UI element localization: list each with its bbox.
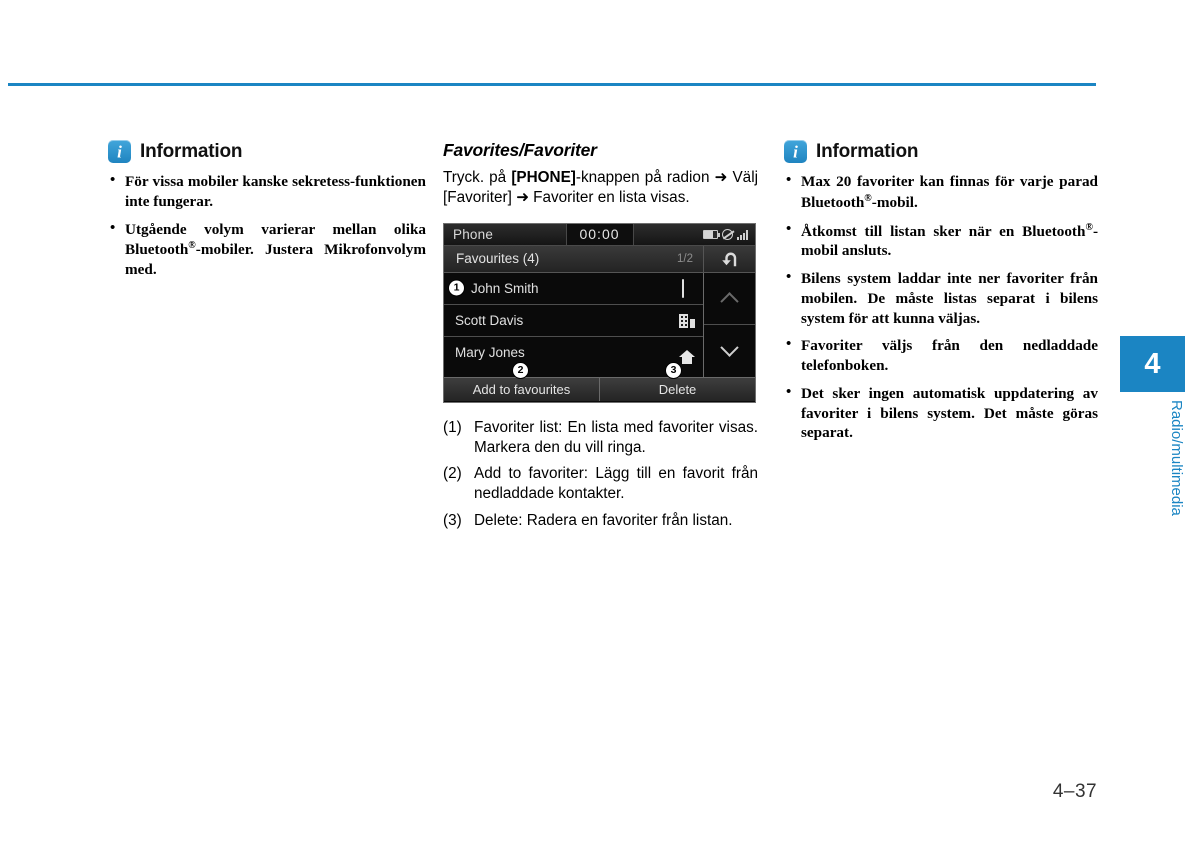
- bullet-text: Utgående volym varierar mellan olika Blu…: [125, 220, 426, 279]
- information-title: Information: [816, 140, 919, 162]
- chevron-down-icon: [720, 338, 739, 358]
- chapter-name-label: Radio/multimedia: [1168, 400, 1185, 516]
- bullet-text: Bilens system laddar inte ner favoriter …: [801, 270, 1098, 327]
- scroll-down-button[interactable]: [704, 325, 755, 377]
- information-icon: [108, 140, 131, 163]
- information-icon: [784, 140, 807, 163]
- scroll-up-button[interactable]: [704, 273, 755, 326]
- list-item: (2) Add to favoriter: Lägg till en favor…: [443, 464, 758, 504]
- header-rule: [8, 83, 1096, 86]
- bullet-text: Favoriter väljs från den nedladdade tele…: [801, 337, 1098, 375]
- home-icon: [679, 350, 696, 365]
- screen-status-icons: [703, 228, 748, 240]
- left-bullet-list: För vissa mobiler kanske sekretess-funkt…: [108, 171, 426, 280]
- chevron-up-icon: [720, 292, 739, 311]
- section-heading: Favorites/Favoriter: [443, 140, 597, 160]
- page-number: 4–37: [1052, 781, 1098, 802]
- battery-icon: [703, 229, 720, 239]
- phone-button-label: [PHONE]: [511, 169, 576, 186]
- page-indicator: 1/2: [677, 252, 693, 265]
- legend-text: Favoriter list: En lista med favoriter v…: [474, 418, 758, 456]
- list-item: Favoriter väljs från den nedladdade tele…: [784, 335, 1098, 376]
- callout-badge-1: 1: [449, 280, 464, 296]
- bullet-text: Det sker ingen automatisk uppdatering av…: [801, 384, 1098, 442]
- list-item: (3) Delete: Radera en favoriter från lis…: [443, 511, 758, 531]
- screen-button-bar: Add to favourites Delete: [444, 376, 755, 401]
- list-item: Utgående volym varierar mellan olika Blu…: [108, 218, 426, 280]
- bullet-text: Åtkomst till listan sker när en Bluetoot…: [801, 221, 1098, 260]
- delete-button[interactable]: Delete: [600, 377, 755, 401]
- screen-mode-title: Phone: [453, 226, 494, 242]
- favourites-list: 1 John Smith Scott Davis Mary Jones: [444, 272, 705, 377]
- legend-text: Delete: Radera en favoriter från listan.: [474, 512, 733, 530]
- legend-text: Add to favoriter: Lägg till en favorit f…: [474, 465, 758, 503]
- screen-clock: 00:00: [565, 223, 634, 245]
- information-header-left: Information: [108, 140, 426, 163]
- list-item: Max 20 favoriter kan finnas för varje pa…: [784, 171, 1098, 213]
- callout-badge-2: 2: [513, 362, 528, 378]
- screen-body: 1 John Smith Scott Davis Mary Jones: [444, 272, 755, 377]
- back-arrow-icon[interactable]: [703, 245, 755, 273]
- list-item: (1) Favoriter list: En lista med favorit…: [443, 418, 758, 458]
- signal-icon: [737, 229, 748, 240]
- contact-name: Scott Davis: [455, 312, 524, 328]
- instruction-text-part1: Tryck. på: [443, 169, 512, 186]
- list-item[interactable]: Scott Davis: [444, 305, 704, 337]
- left-column: Information För vissa mobiler kanske sek…: [108, 140, 426, 280]
- list-item: Det sker ingen automatisk uppdatering av…: [784, 383, 1098, 443]
- mute-icon: [722, 228, 733, 240]
- information-header-right: Information: [784, 140, 1098, 163]
- list-item: Bilens system laddar inte ner favoriter …: [784, 268, 1098, 328]
- middle-column: Favorites/Favoriter Tryck. på [PHONE]-kn…: [443, 140, 758, 538]
- callout-legend-list: (1) Favoriter list: En lista med favorit…: [443, 418, 758, 531]
- list-item: För vissa mobiler kanske sekretess-funkt…: [108, 171, 426, 212]
- favourites-title: Favourites (4): [456, 251, 540, 267]
- right-bullet-list: Max 20 favoriter kan finnas för varje pa…: [784, 171, 1098, 443]
- right-column: Information Max 20 favoriter kan finnas …: [784, 140, 1098, 443]
- chapter-number-tab: 4: [1120, 336, 1185, 392]
- callout-badge-3: 3: [666, 362, 681, 378]
- add-to-favourites-button[interactable]: Add to favourites: [444, 377, 600, 401]
- legend-marker: (1): [443, 418, 462, 436]
- screen-status-bar: Phone 00:00: [444, 223, 755, 246]
- bullet-text: Max 20 favoriter kan finnas för varje pa…: [801, 173, 1098, 211]
- mobile-phone-icon: [679, 279, 695, 299]
- list-item: Åtkomst till listan sker när en Bluetoot…: [784, 220, 1098, 262]
- list-item[interactable]: Mary Jones: [444, 337, 703, 369]
- legend-marker: (2): [443, 465, 462, 483]
- manual-page: Information För vissa mobiler kanske sek…: [0, 0, 1200, 861]
- bullet-text: För vissa mobiler kanske sekretess-funkt…: [125, 173, 426, 210]
- phone-favourites-screen: Phone 00:00 Favourites (4) 1/2 1 John Sm…: [443, 222, 756, 403]
- contact-name: Mary Jones: [455, 345, 525, 361]
- instruction-paragraph: Tryck. på [PHONE]-knappen på radion ➜ Vä…: [443, 168, 758, 209]
- office-building-icon: [679, 313, 696, 328]
- screen-scroll-controls: [704, 273, 755, 377]
- contact-name: John Smith: [471, 280, 539, 296]
- list-item[interactable]: 1 John Smith: [444, 273, 704, 305]
- information-title: Information: [140, 140, 243, 162]
- legend-marker: (3): [443, 512, 462, 530]
- screen-subheader: Favourites (4) 1/2: [444, 245, 755, 273]
